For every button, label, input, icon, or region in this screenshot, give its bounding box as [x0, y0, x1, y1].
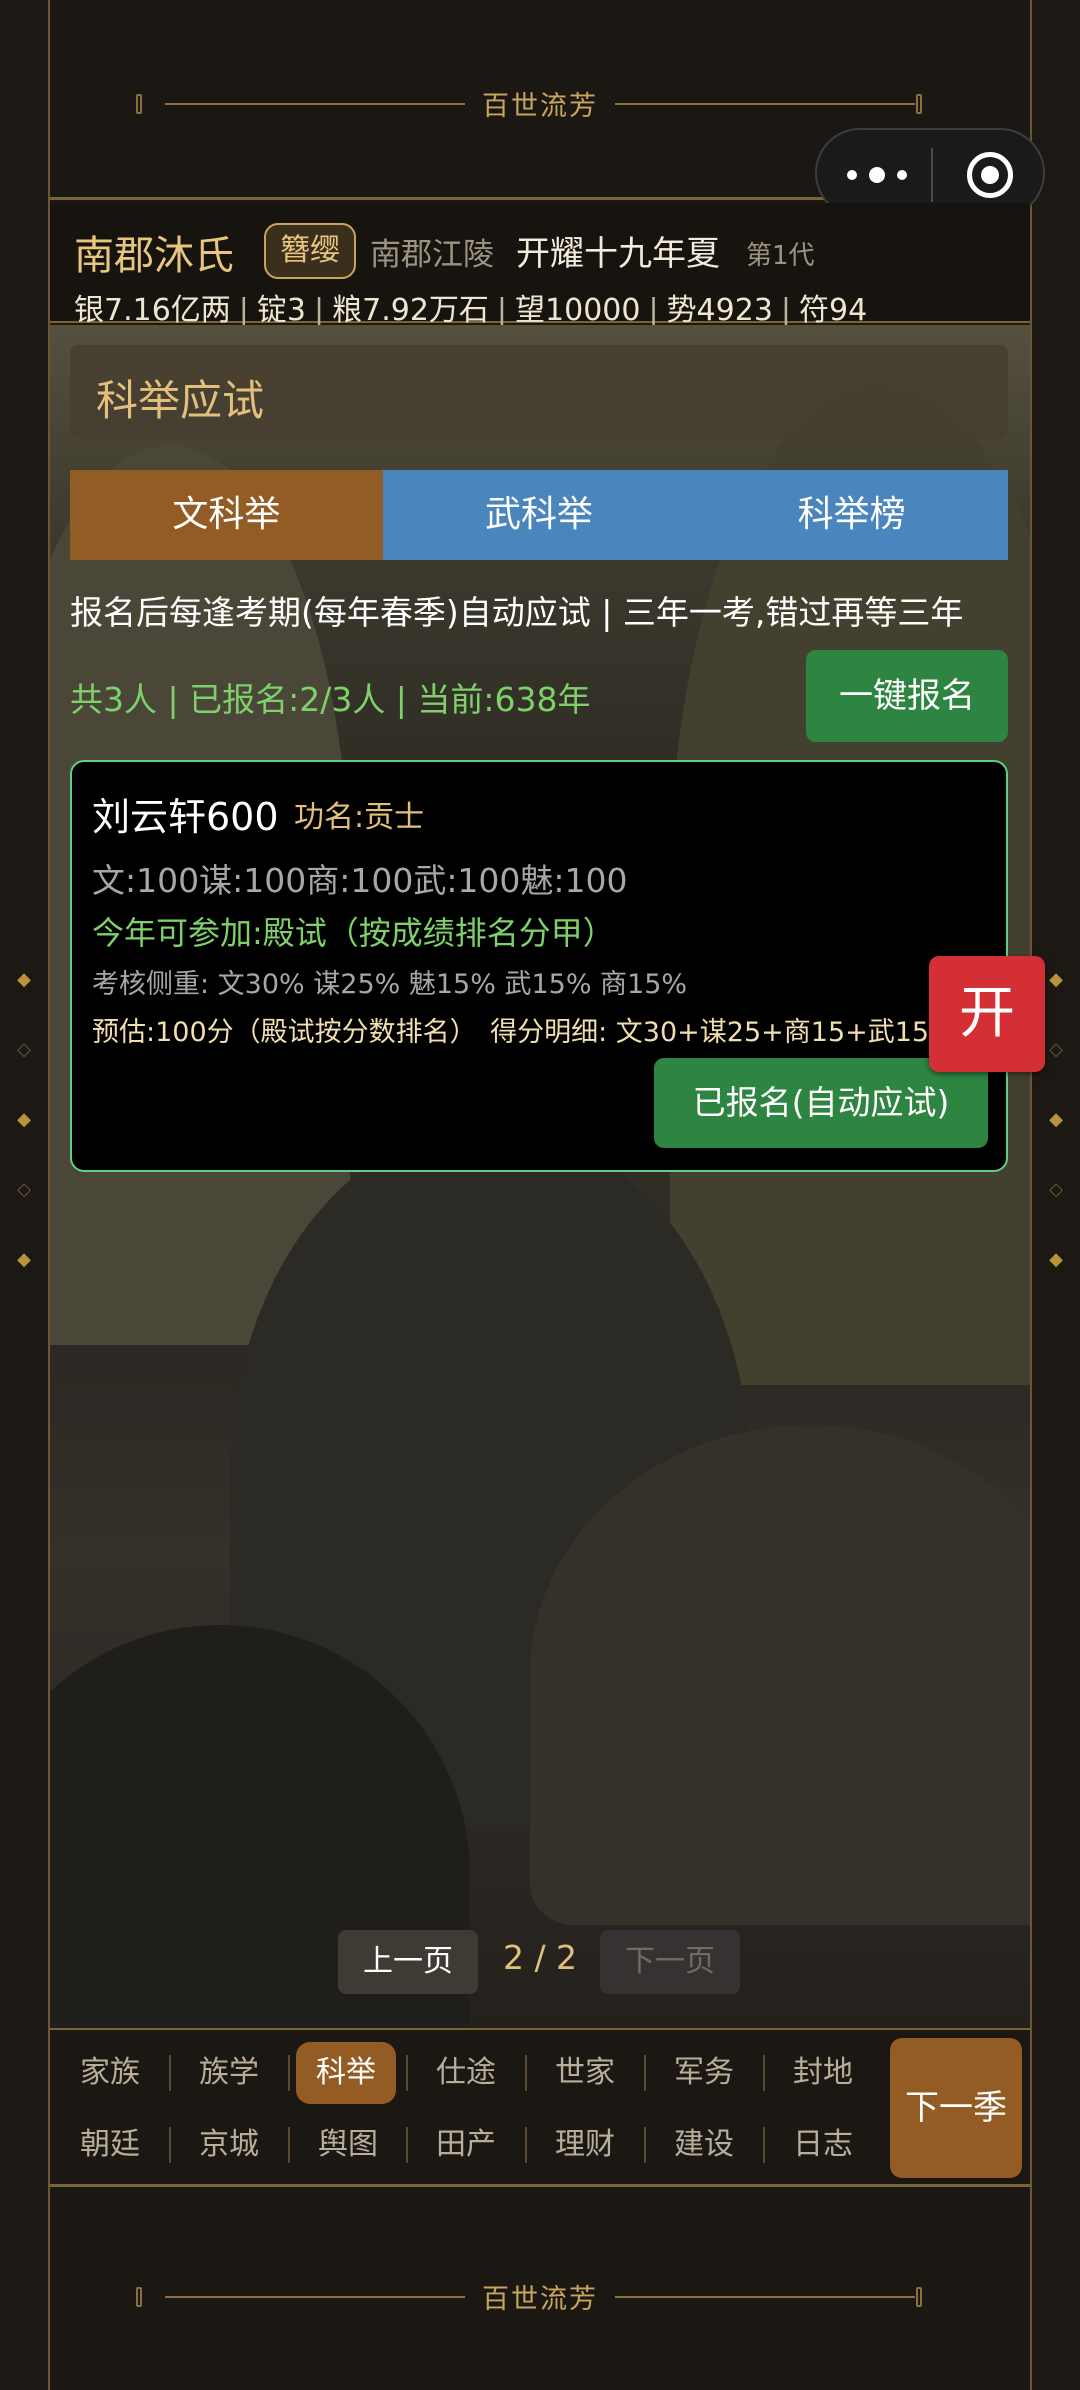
- nav-career[interactable]: 仕途: [416, 2042, 516, 2104]
- resource-ingot: 锭3: [256, 293, 306, 328]
- region-label: 南郡江陵: [370, 237, 494, 273]
- nav-family[interactable]: 家族: [60, 2042, 160, 2104]
- nav-noble-houses[interactable]: 世家: [535, 2042, 635, 2104]
- nav-divider: [406, 2055, 408, 2091]
- tab-civil-exam[interactable]: 文科举: [70, 470, 383, 560]
- resource-silver: 银7.16亿两: [74, 293, 231, 328]
- nav-divider: [525, 2127, 527, 2163]
- banner-cap-right: [916, 2287, 922, 2307]
- tab-military-exam[interactable]: 武科举: [382, 470, 696, 560]
- nav-clan-school[interactable]: 族学: [179, 2042, 279, 2104]
- nav-court[interactable]: 朝廷: [60, 2114, 160, 2176]
- tab-exam-ranking[interactable]: 科举榜: [695, 470, 1009, 560]
- nav-capital[interactable]: 京城: [179, 2114, 279, 2176]
- quick-register-button[interactable]: 一键报名: [806, 650, 1008, 742]
- nav-fief[interactable]: 封地: [773, 2042, 873, 2104]
- nav-divider: [406, 2127, 408, 2163]
- banner-line-right: [615, 2296, 915, 2298]
- resource-prestige: 望10000: [515, 293, 641, 328]
- frame-right-border: [1030, 0, 1032, 2390]
- nav-divider: [763, 2055, 765, 2091]
- bottom-nav: 家族 族学 科举 仕途 世家 军务 封地 朝廷 京城 舆图 田产 理财 建设 日…: [50, 2028, 1030, 2184]
- eligible-exam: 今年可参加:殿试（按成绩排名分甲）: [92, 914, 615, 952]
- prev-page-button[interactable]: 上一页: [338, 1930, 478, 1994]
- clan-name: 南郡沐氏: [74, 233, 234, 279]
- capsule-divider: [931, 148, 933, 202]
- bottom-banner: 百世流芳: [50, 2184, 1030, 2390]
- nav-map[interactable]: 舆图: [298, 2114, 398, 2176]
- candidate-name: 刘云轩600: [92, 795, 279, 839]
- exam-weights: 考核侧重: 文30% 谋25% 魅15% 武15% 商15%: [92, 969, 688, 1000]
- family-header: 南郡沐氏 簪缨 南郡江陵 开耀十九年夏 第1代 银7.16亿两 | 锭3 | 粮7.92…: [50, 203, 1030, 328]
- more-dots-icon[interactable]: [847, 160, 907, 190]
- resource-power: 势4923: [666, 293, 773, 328]
- registration-summary: 共3人 | 已报名:2/3人 | 当前:638年: [70, 680, 591, 719]
- resource-grain: 粮7.92万石: [332, 293, 489, 328]
- target-close-icon[interactable]: [967, 152, 1013, 198]
- nav-divider: [763, 2127, 765, 2163]
- exam-tabs: 文科举 武科举 科举榜: [70, 470, 1009, 560]
- nav-imperial-exam[interactable]: 科举: [296, 2042, 396, 2104]
- nav-finance[interactable]: 理财: [535, 2114, 635, 2176]
- candidate-title: 功名:贡士: [294, 800, 425, 835]
- nav-divider: [644, 2127, 646, 2163]
- nav-military[interactable]: 军务: [654, 2042, 754, 2104]
- nav-divider: [644, 2055, 646, 2091]
- resource-token: 符94: [799, 293, 868, 328]
- page-indicator: 2 / 2: [502, 1938, 578, 1977]
- resources-bar: 银7.16亿两 | 锭3 | 粮7.92万石 | 望10000 | 势4923 | 符94: [74, 293, 868, 328]
- nav-divider: [169, 2055, 171, 2091]
- left-ornament: ◆ ◇ ◆ ◇ ◆: [17, 969, 31, 1270]
- nav-divider: [288, 2055, 290, 2091]
- banner-line-right: [615, 103, 915, 105]
- nav-divider: [169, 2127, 171, 2163]
- float-open-button[interactable]: 开: [929, 956, 1045, 1072]
- era-label: 开耀十九年夏: [516, 234, 720, 274]
- nav-divider: [288, 2127, 290, 2163]
- next-season-button[interactable]: 下一季: [890, 2038, 1022, 2178]
- exam-notice: 报名后每逢考期(每年春季)自动应试 | 三年一考,错过再等三年: [70, 593, 964, 632]
- right-ornament: ◆ ◇ ◆ ◇ ◆: [1049, 969, 1063, 1270]
- candidate-card: 刘云轩600 功名:贡士 文:100谋:100商:100武:100魅:100 今…: [70, 760, 1013, 1172]
- rank-badge: 簪缨: [264, 223, 356, 279]
- score-estimate: 预估:100分（殿试按分数排名） 得分明细: 文30+谋25+商15+武15+魅…: [92, 1017, 1014, 1048]
- generation-label: 第1代: [746, 241, 815, 271]
- nav-construction[interactable]: 建设: [654, 2114, 754, 2176]
- section-title: 科举应试: [96, 376, 265, 425]
- landscape-background: [50, 325, 1030, 2028]
- section-title-bar: 科举应试: [70, 345, 1008, 439]
- nav-estates[interactable]: 田产: [416, 2114, 516, 2176]
- candidate-stats: 文:100谋:100商:100武:100魅:100: [92, 861, 628, 900]
- next-page-button[interactable]: 下一页: [600, 1930, 740, 1994]
- nav-log[interactable]: 日志: [773, 2114, 873, 2176]
- nav-divider: [525, 2055, 527, 2091]
- banner-cap-right: [916, 94, 922, 114]
